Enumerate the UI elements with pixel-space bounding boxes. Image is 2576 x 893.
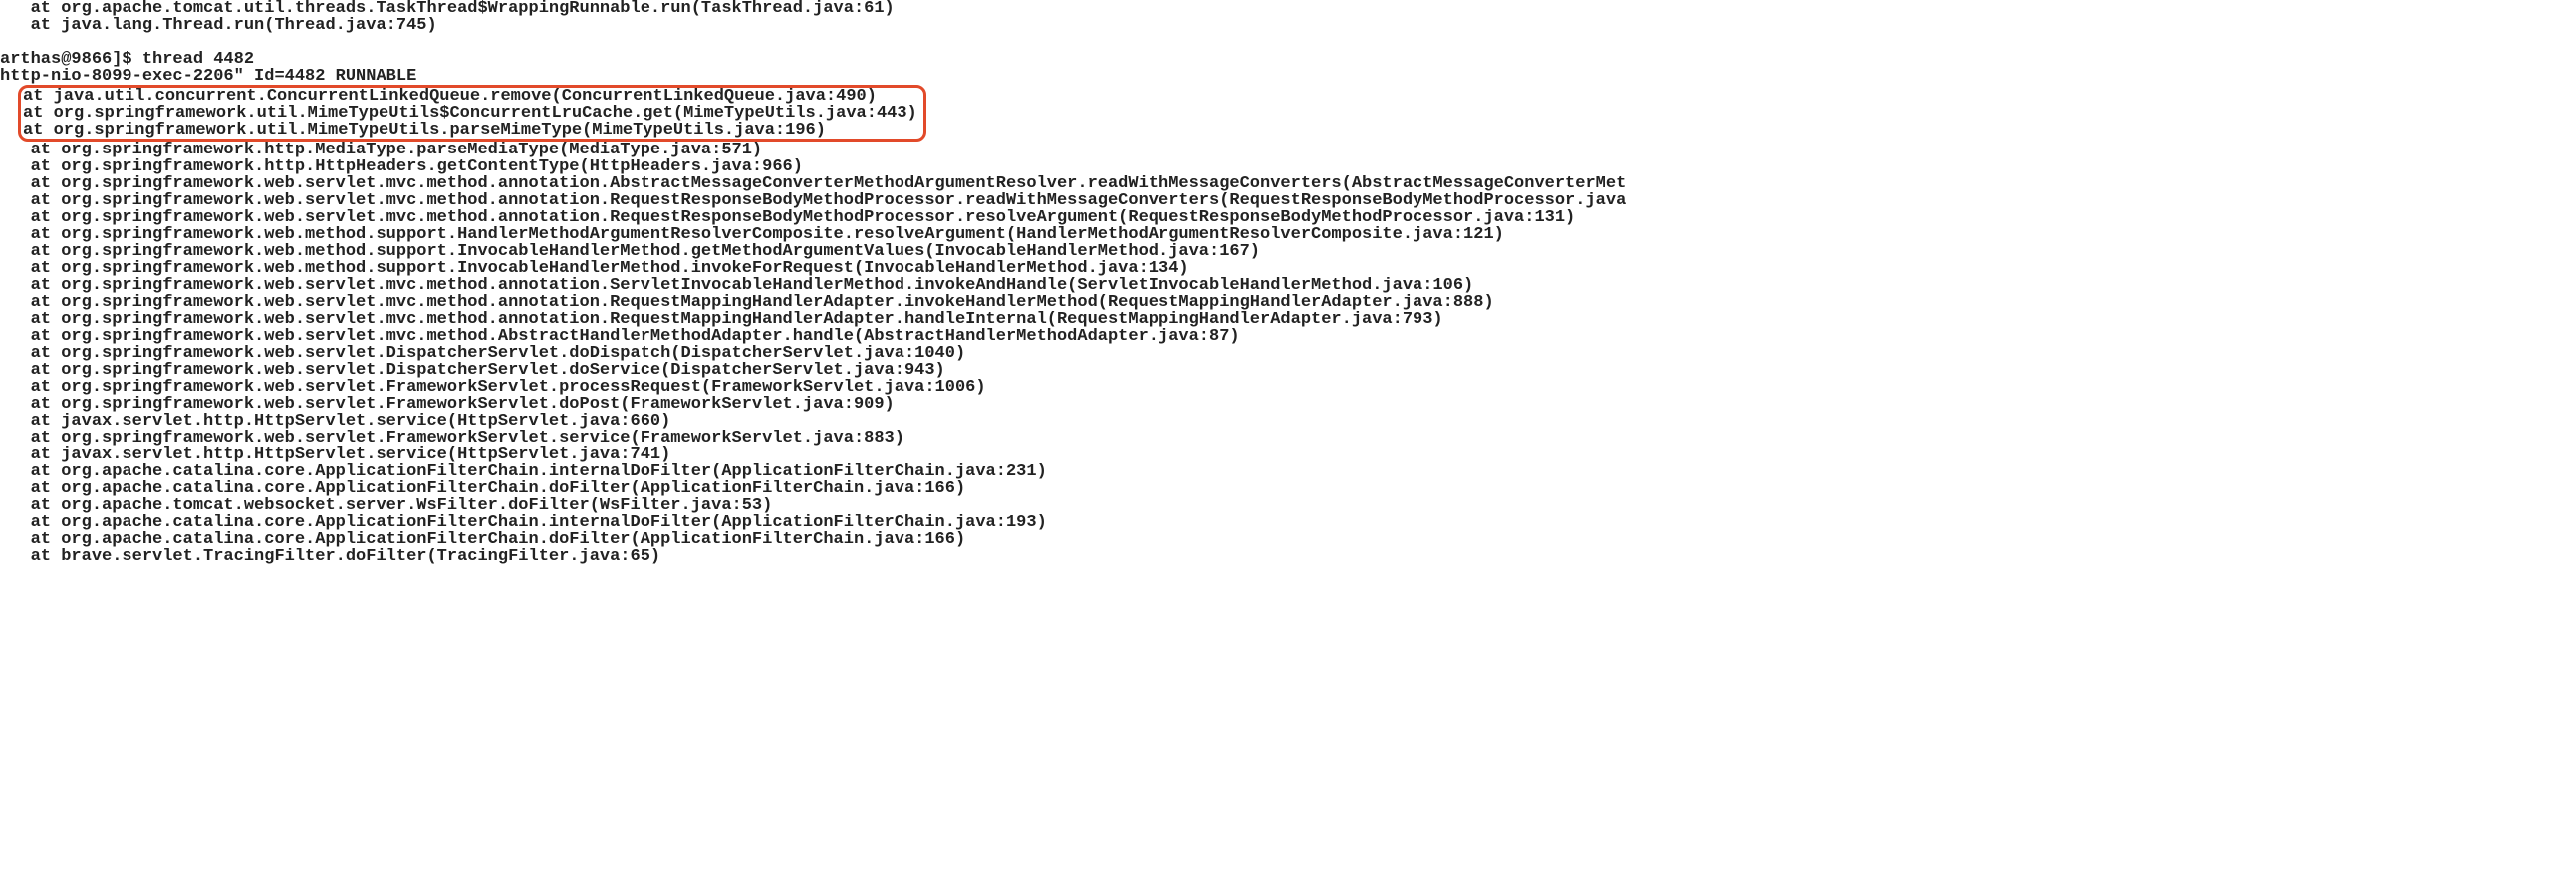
- stack-frame: at org.springframework.web.servlet.mvc.m…: [0, 175, 2576, 192]
- stack-frame: at javax.servlet.http.HttpServlet.servic…: [0, 413, 2576, 430]
- stack-frame: at org.springframework.web.method.suppor…: [0, 243, 2576, 260]
- shell-prompt-line[interactable]: arthas@9866]$ thread 4482: [0, 51, 2576, 68]
- stack-frame: at org.springframework.web.servlet.mvc.m…: [0, 311, 2576, 328]
- stack-frame: at org.springframework.http.MediaType.pa…: [0, 142, 2576, 158]
- blank-line: [0, 34, 2576, 51]
- stack-frame: at org.springframework.web.servlet.mvc.m…: [0, 209, 2576, 226]
- highlighted-stack-block: at java.util.concurrent.ConcurrentLinked…: [18, 85, 926, 142]
- stack-frame: at org.apache.catalina.core.ApplicationF…: [0, 531, 2576, 548]
- stack-frame: at org.apache.catalina.core.ApplicationF…: [0, 463, 2576, 480]
- stack-frame: at org.apache.tomcat.util.threads.TaskTh…: [0, 0, 2576, 17]
- stack-frame: at org.springframework.web.method.suppor…: [0, 226, 2576, 243]
- stack-frame: at java.lang.Thread.run(Thread.java:745): [0, 17, 2576, 34]
- stack-frame-highlighted: at org.springframework.util.MimeTypeUtil…: [23, 122, 917, 139]
- stack-frames-container: at org.springframework.http.MediaType.pa…: [0, 142, 2576, 565]
- stack-frame: at org.springframework.web.servlet.mvc.m…: [0, 294, 2576, 311]
- stack-frame: at org.apache.tomcat.websocket.server.Ws…: [0, 497, 2576, 514]
- terminal-output: at org.apache.tomcat.util.threads.TaskTh…: [0, 0, 2576, 565]
- stack-frame: at org.springframework.http.HttpHeaders.…: [0, 158, 2576, 175]
- stack-frame: at brave.servlet.TracingFilter.doFilter(…: [0, 548, 2576, 565]
- stack-frame-highlighted: at java.util.concurrent.ConcurrentLinked…: [23, 88, 917, 105]
- stack-frame: at org.apache.catalina.core.ApplicationF…: [0, 480, 2576, 497]
- stack-frame: at org.springframework.web.servlet.Frame…: [0, 396, 2576, 413]
- stack-frame: at org.apache.catalina.core.ApplicationF…: [0, 514, 2576, 531]
- stack-frame: at org.springframework.web.servlet.Frame…: [0, 379, 2576, 396]
- thread-title-line: http-nio-8099-exec-2206" Id=4482 RUNNABL…: [0, 68, 2576, 85]
- stack-frame-highlighted: at org.springframework.util.MimeTypeUtil…: [23, 105, 917, 122]
- stack-frame: at org.springframework.web.method.suppor…: [0, 260, 2576, 277]
- stack-frame: at org.springframework.web.servlet.Dispa…: [0, 362, 2576, 379]
- stack-frame: at org.springframework.web.servlet.mvc.m…: [0, 192, 2576, 209]
- stack-frame: at org.springframework.web.servlet.mvc.m…: [0, 328, 2576, 345]
- stack-frame: at org.springframework.web.servlet.Frame…: [0, 430, 2576, 446]
- stack-frame: at org.springframework.web.servlet.mvc.m…: [0, 277, 2576, 294]
- stack-frame: at org.springframework.web.servlet.Dispa…: [0, 345, 2576, 362]
- stack-frame: at javax.servlet.http.HttpServlet.servic…: [0, 446, 2576, 463]
